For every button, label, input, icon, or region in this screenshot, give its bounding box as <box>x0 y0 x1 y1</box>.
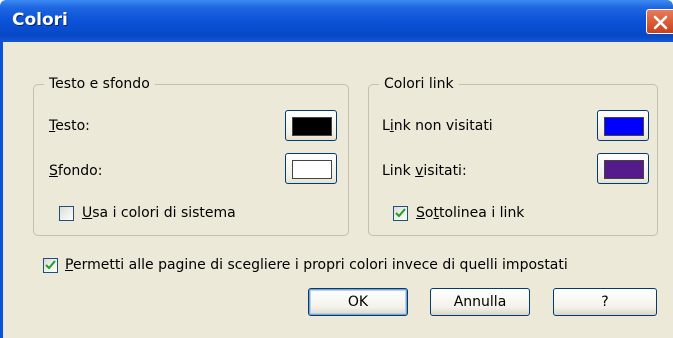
text-color-button[interactable] <box>285 110 337 141</box>
colors-dialog: Colori Testo e sfondo Testo: Sfondo: Usa… <box>0 0 673 338</box>
background-color-swatch <box>292 160 332 179</box>
system-colors-label[interactable]: Usa i colori di sistema <box>82 204 236 222</box>
close-icon <box>653 15 668 30</box>
visited-links-color-button[interactable] <box>597 153 649 184</box>
text-color-label: Testo: <box>49 118 90 134</box>
allow-page-colors-checkbox[interactable] <box>43 258 58 273</box>
system-colors-checkbox[interactable] <box>59 206 74 221</box>
ok-button[interactable]: OK <box>308 288 408 316</box>
checkmark-icon <box>45 260 56 270</box>
underline-links-label[interactable]: Sottolinea i link <box>416 204 524 222</box>
visited-links-swatch <box>604 160 644 179</box>
visited-links-label: Link visitati: <box>382 163 467 179</box>
window-title: Colori <box>12 10 68 30</box>
background-color-label: Sfondo: <box>49 163 103 179</box>
unvisited-links-color-button[interactable] <box>597 110 649 141</box>
background-color-button[interactable] <box>285 153 337 184</box>
underline-links-checkbox[interactable] <box>393 206 408 221</box>
unvisited-links-swatch <box>604 117 644 136</box>
close-button[interactable] <box>646 9 673 34</box>
checkmark-icon <box>395 208 406 218</box>
allow-page-colors-label[interactable]: Permetti alle pagine di scegliere i prop… <box>65 256 568 274</box>
help-button[interactable]: ? <box>553 288 657 316</box>
cancel-button[interactable]: Annulla <box>430 288 530 316</box>
dialog-body: Testo e sfondo Testo: Sfondo: Usa i colo… <box>0 42 673 338</box>
text-background-legend: Testo e sfondo <box>44 76 155 93</box>
unvisited-links-label: Link non visitati <box>382 118 493 134</box>
link-colors-legend: Colori link <box>379 76 459 93</box>
title-bar[interactable]: Colori <box>0 0 673 42</box>
text-color-swatch <box>292 117 332 136</box>
